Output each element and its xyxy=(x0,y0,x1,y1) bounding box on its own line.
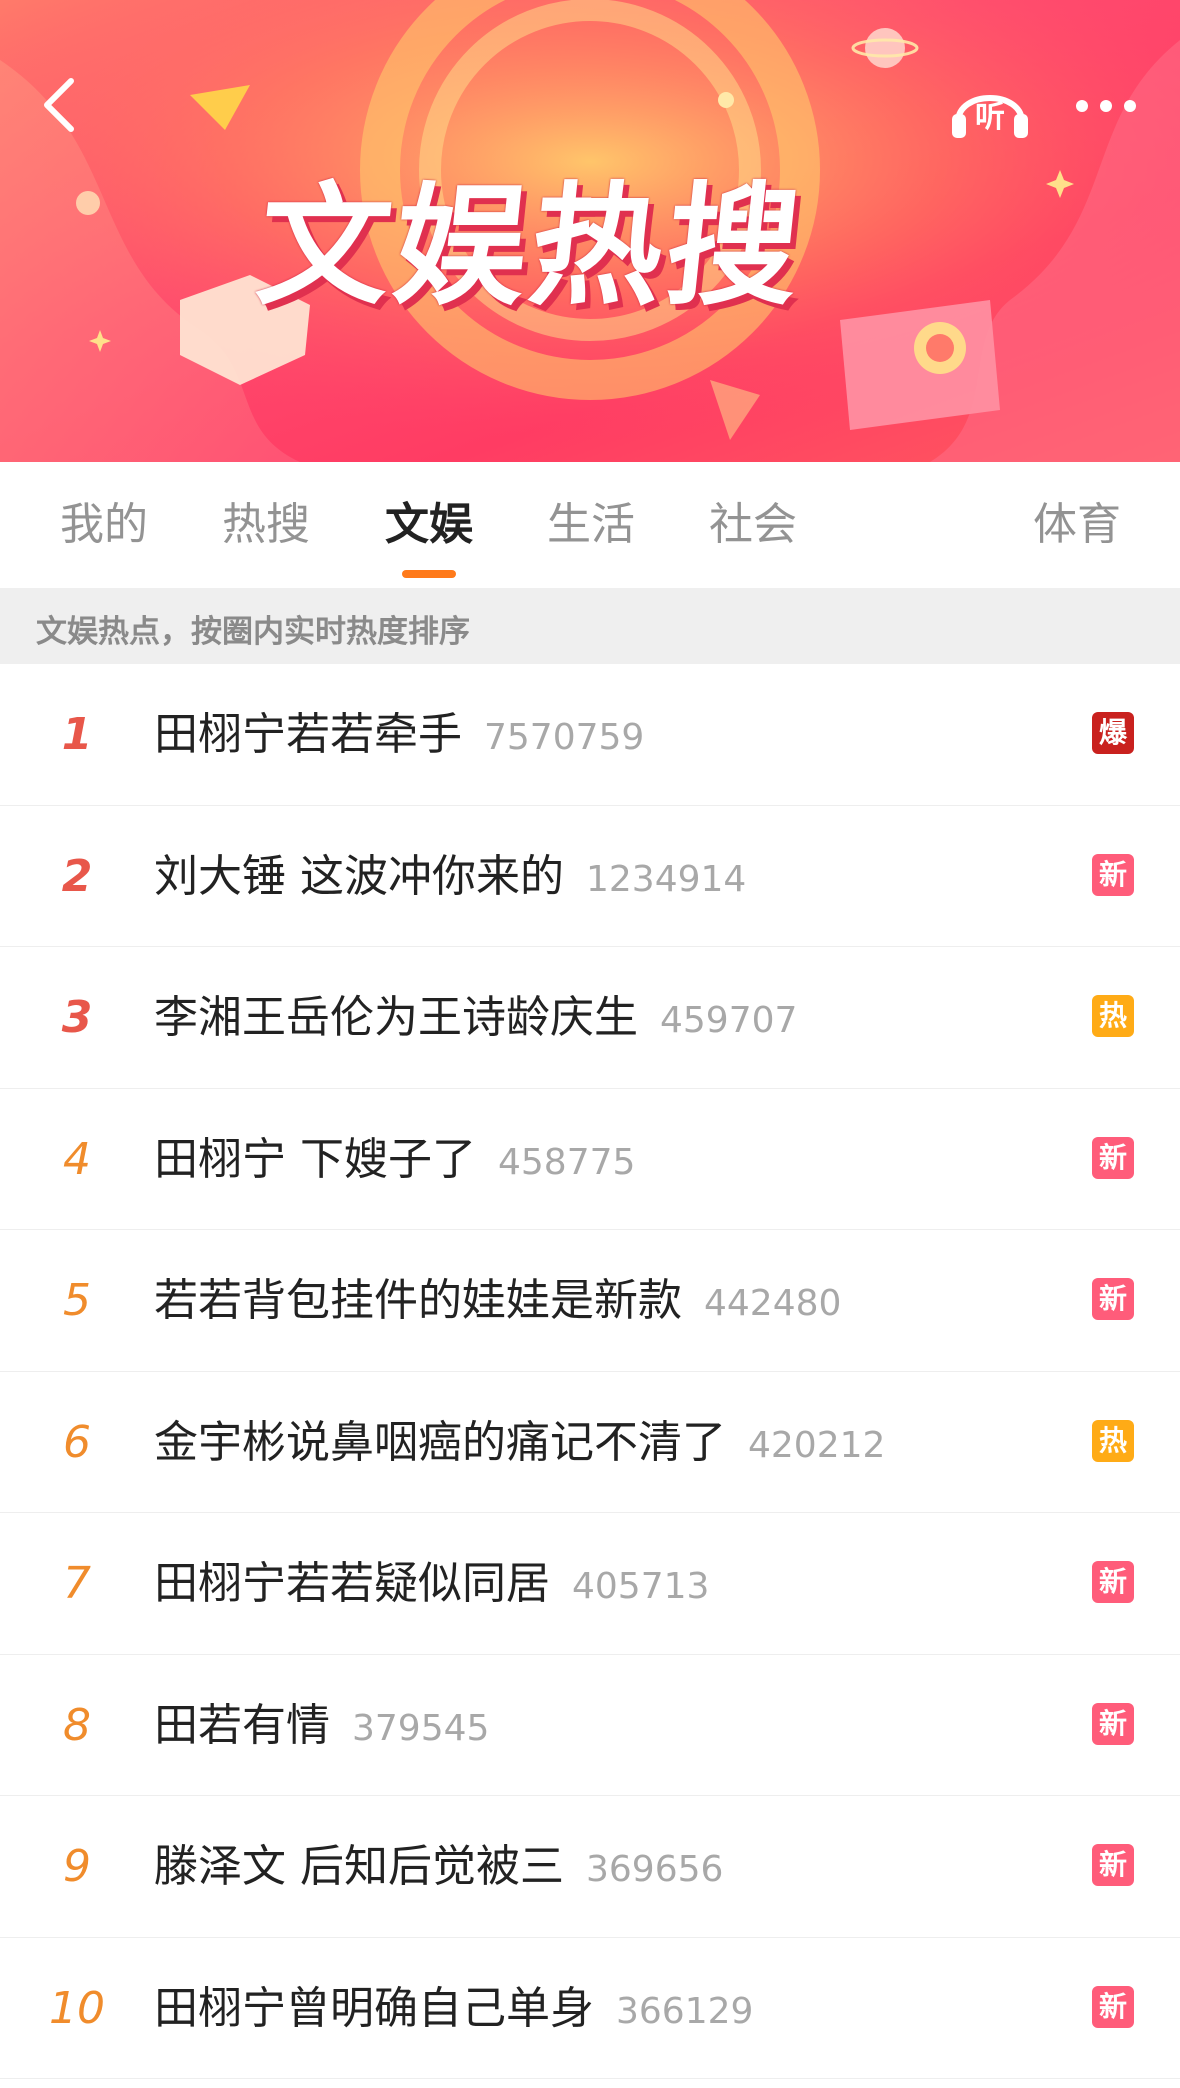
list-item[interactable]: 2 刘大锤 这波冲你来的 1234914 新 xyxy=(0,806,1180,947)
rank-number: 1 xyxy=(61,709,93,760)
list-item[interactable]: 1 田栩宁若若牵手 7570759 爆 xyxy=(0,664,1180,806)
rank-number: 5 xyxy=(63,1275,91,1326)
topic-title[interactable]: 李湘王岳伦为王诗龄庆生 xyxy=(154,992,638,1043)
rank-number: 7 xyxy=(63,1558,91,1609)
topic-title[interactable]: 田若有情 xyxy=(154,1700,330,1751)
header-banner: 听 文娱热搜 xyxy=(0,0,1180,462)
page-title: 文娱热搜 xyxy=(250,170,811,324)
rank-number: 6 xyxy=(63,1416,91,1468)
heat-count: 369656 xyxy=(586,1849,724,1890)
list-item[interactable]: 7 田栩宁若若疑似同居 405713 新 xyxy=(0,1513,1180,1655)
category-tabs: 我的 热搜 文娱 生活 社会 体育 xyxy=(0,462,1180,588)
list-item[interactable]: 4 田栩宁 下嫂子了 458775 新 xyxy=(0,1089,1180,1230)
topic-title[interactable]: 滕泽文 后知后觉被三 xyxy=(154,1841,564,1892)
heat-count: 1234914 xyxy=(586,858,747,900)
hot-search-list: 1 田栩宁若若牵手 7570759 爆 2 刘大锤 这波冲你来的 1234914 新… xyxy=(0,664,1180,2079)
topic-title[interactable]: 金宇彬说鼻咽癌的痛记不清了 xyxy=(154,1417,726,1468)
heat-count: 379545 xyxy=(352,1707,490,1749)
tab-hot-search[interactable]: 热搜 xyxy=(222,496,310,554)
tab-sports[interactable]: 体育 xyxy=(1033,496,1121,554)
list-item[interactable]: 10 田栩宁曾明确自己单身 366129 新 xyxy=(0,1938,1180,2079)
dot-icon xyxy=(1100,100,1112,112)
heat-count: 420212 xyxy=(748,1424,886,1466)
list-description: 文娱热点，按圈内实时热度排序 xyxy=(36,614,470,650)
tab-life[interactable]: 生活 xyxy=(547,496,635,554)
dot-icon xyxy=(1076,100,1088,112)
active-tab-indicator xyxy=(402,570,456,578)
list-item[interactable]: 6 金宇彬说鼻咽癌的痛记不清了 420212 热 xyxy=(0,1372,1180,1513)
list-item[interactable]: 3 李湘王岳伦为王诗龄庆生 459707 热 xyxy=(0,947,1180,1089)
more-options-button[interactable] xyxy=(1066,84,1146,128)
rank-number: 9 xyxy=(63,1841,91,1892)
rank-number: 2 xyxy=(61,850,93,902)
listen-button[interactable]: 听 xyxy=(948,70,1032,144)
status-badge: 新 xyxy=(1092,853,1134,896)
rank-number: 3 xyxy=(61,992,93,1043)
status-badge: 新 xyxy=(1092,1985,1134,2028)
status-badge: 新 xyxy=(1092,1561,1134,1603)
back-button[interactable] xyxy=(24,70,94,140)
heat-count: 442480 xyxy=(704,1283,842,1324)
status-badge: 新 xyxy=(1092,1702,1134,1745)
heat-count: 458775 xyxy=(498,1141,636,1183)
list-item[interactable]: 5 若若背包挂件的娃娃是新款 442480 新 xyxy=(0,1230,1180,1372)
topic-title[interactable]: 田栩宁若若疑似同居 xyxy=(154,1558,550,1609)
status-badge: 热 xyxy=(1092,1419,1134,1462)
rank-number: 4 xyxy=(63,1133,91,1185)
topic-title[interactable]: 田栩宁若若牵手 xyxy=(154,709,462,760)
heat-count: 459707 xyxy=(660,1000,798,1041)
topic-title[interactable]: 田栩宁曾明确自己单身 xyxy=(154,1983,594,2034)
status-badge: 新 xyxy=(1092,1844,1134,1886)
list-item[interactable]: 8 田若有情 379545 新 xyxy=(0,1655,1180,1796)
topic-title[interactable]: 田栩宁 下嫂子了 xyxy=(154,1134,476,1185)
tab-entertainment[interactable]: 文娱 xyxy=(385,496,473,554)
list-description-bar: 文娱热点，按圈内实时热度排序 xyxy=(0,588,1180,664)
chevron-left-icon xyxy=(44,78,74,132)
status-badge: 新 xyxy=(1092,1278,1134,1320)
status-badge: 热 xyxy=(1092,995,1134,1037)
heat-count: 405713 xyxy=(572,1566,710,1607)
list-item[interactable]: 9 滕泽文 后知后觉被三 369656 新 xyxy=(0,1796,1180,1938)
dot-icon xyxy=(1124,100,1136,112)
rank-number: 8 xyxy=(63,1699,91,1751)
topic-title[interactable]: 刘大锤 这波冲你来的 xyxy=(154,851,564,902)
status-badge: 爆 xyxy=(1092,712,1134,754)
listen-label: 听 xyxy=(975,100,1005,135)
heat-count: 366129 xyxy=(616,1990,754,2032)
rank-number: 10 xyxy=(49,1982,105,2034)
topic-title[interactable]: 若若背包挂件的娃娃是新款 xyxy=(154,1275,682,1326)
status-badge: 新 xyxy=(1092,1136,1134,1179)
tab-mine[interactable]: 我的 xyxy=(60,496,148,554)
heat-count: 7570759 xyxy=(484,717,645,758)
tab-society[interactable]: 社会 xyxy=(709,496,797,554)
